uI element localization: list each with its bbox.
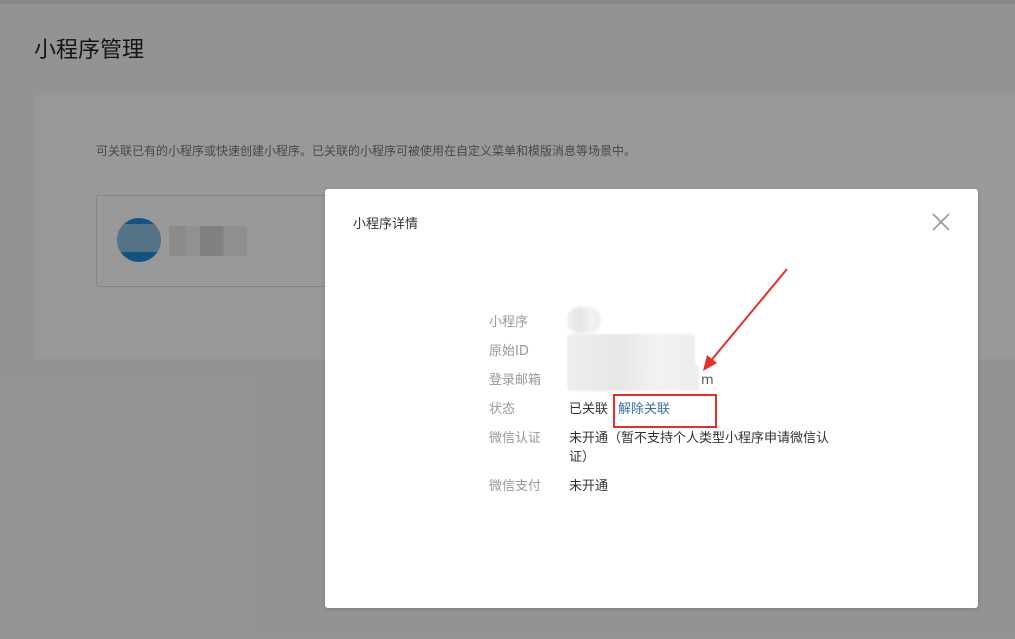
- mini-program-detail-dialog: 小程序详情 小程序 原始ID 登录邮箱 m 状态 已关联 解除关联 微信认证 未…: [325, 189, 978, 608]
- arrow-annotation-icon: [703, 268, 788, 371]
